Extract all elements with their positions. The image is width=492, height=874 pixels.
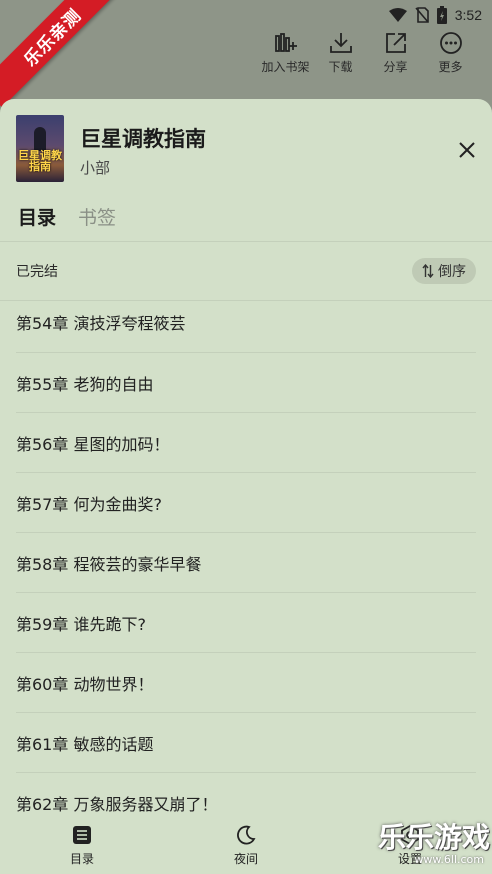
cover-title: 巨星调教指南: [18, 149, 62, 173]
chapter-item[interactable]: 第60章 动物世界！: [16, 653, 476, 713]
cover-figure: [34, 127, 46, 151]
nav-label: 目录: [69, 851, 94, 866]
book-title: 巨星调教指南: [80, 127, 206, 151]
book-author: 小部: [80, 159, 111, 177]
download-icon: [329, 33, 352, 53]
status-time: 3:52: [454, 7, 482, 23]
chapter-item[interactable]: 第55章 老狗的自由: [16, 353, 476, 413]
chapter-item[interactable]: 第58章 程筱芸的豪华早餐: [16, 533, 476, 593]
battery-charging-icon: [436, 6, 447, 24]
wifi-icon: [388, 8, 407, 22]
sort-label: 倒序: [438, 264, 466, 280]
book-cover: 巨星调教指南: [16, 115, 64, 182]
action-label: 更多: [438, 60, 463, 74]
chapter-list: 第54章 演技浮夸程筱芸 第55章 老狗的自由 第56章 星图的加码！ 第57章…: [16, 301, 476, 833]
toc-status-row: 已完结 倒序: [16, 257, 476, 285]
top-actions: 加入书架 下载 分享 更多: [258, 30, 478, 78]
toc-sheet: 巨星调教指南 巨星调教指南 小部 目录 书签 已完结 倒序 第54章 演技浮夸程…: [0, 99, 492, 874]
site-watermark: 乐乐游戏 www.6ll.com: [372, 822, 490, 868]
sort-toggle-button[interactable]: 倒序: [412, 258, 476, 284]
share-button[interactable]: 分享: [368, 30, 423, 78]
close-icon[interactable]: [456, 139, 478, 161]
completion-status: 已完结: [16, 264, 58, 280]
action-label: 加入书架: [261, 60, 310, 74]
share-icon: [385, 33, 406, 53]
book-header: 巨星调教指南 巨星调教指南 小部: [16, 115, 492, 183]
chapter-item[interactable]: 第57章 何为金曲奖?: [16, 473, 476, 533]
status-bar: 3:52: [388, 4, 482, 26]
tab-toc[interactable]: 目录: [18, 203, 56, 230]
moon-icon: [237, 825, 256, 844]
chapter-item[interactable]: 第59章 谁先跪下?: [16, 593, 476, 653]
download-button[interactable]: 下载: [313, 30, 368, 78]
top-overlay: 乐乐亲测 3:52 加入书架 下载 分享 更多: [0, 0, 492, 108]
watermark-url: www.6ll.com: [414, 853, 484, 866]
chapter-item[interactable]: 第56章 星图的加码！: [16, 413, 476, 473]
nav-toc-button[interactable]: 目录: [0, 816, 164, 874]
tab-bookmarks[interactable]: 书签: [78, 203, 116, 230]
nav-label: 夜间: [233, 851, 258, 866]
toc-icon: [73, 825, 91, 844]
more-button[interactable]: 更多: [423, 30, 478, 78]
corner-ribbon: 乐乐亲测: [0, 0, 123, 108]
toc-tabs: 目录 书签: [18, 203, 116, 230]
chapter-item[interactable]: 第54章 演技浮夸程筱芸: [16, 301, 476, 353]
action-label: 分享: [383, 60, 408, 74]
divider: [0, 241, 492, 242]
action-label: 下载: [328, 60, 353, 74]
no-sim-icon: [415, 7, 429, 23]
bookshelf-add-icon: [274, 33, 297, 52]
sort-icon: [422, 264, 434, 278]
chapter-item[interactable]: 第61章 敏感的话题: [16, 713, 476, 773]
watermark-title: 乐乐游戏: [377, 821, 490, 854]
more-icon: [439, 32, 462, 54]
add-to-shelf-button[interactable]: 加入书架: [258, 30, 313, 78]
nav-night-button[interactable]: 夜间: [164, 816, 328, 874]
